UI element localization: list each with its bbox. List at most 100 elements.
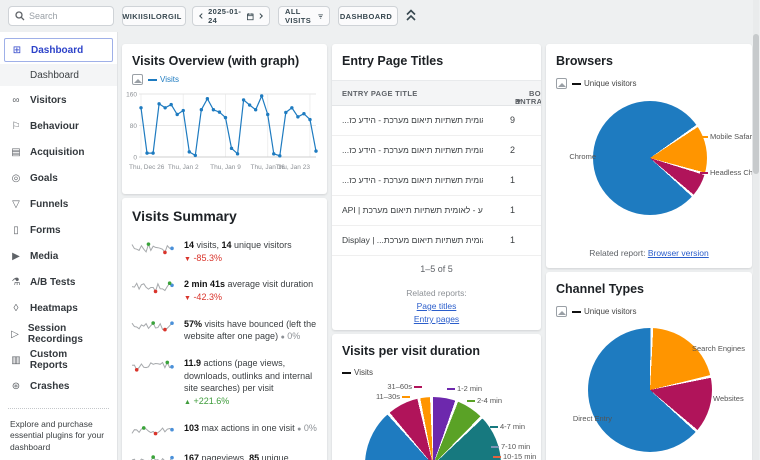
- svg-text:160: 160: [126, 92, 137, 99]
- related-reports-label: Related reports:: [332, 288, 541, 298]
- export-image-icon[interactable]: [556, 306, 567, 317]
- pie-slice-label-chrome: Chrome: [569, 152, 608, 161]
- pie-slice-label-websites: Websites: [701, 394, 744, 403]
- browsers-pie-chart[interactable]: [593, 101, 707, 215]
- column-header-entry-page-title[interactable]: ENTRY PAGE TITLE: [342, 89, 418, 98]
- svg-text:Thu, Jan 2: Thu, Jan 2: [168, 164, 199, 171]
- pie-slice-label-2-4-min: 2-4 min: [465, 396, 502, 405]
- table-row[interactable]: ...לאומית תשתיות תיאום מערכת - הידע כז 9: [332, 106, 541, 136]
- entry-pages-link[interactable]: Entry pages: [332, 314, 541, 324]
- sidebar-item-label: Behaviour: [30, 121, 79, 132]
- dashboard-selector-button[interactable]: DASHBOARD: [338, 6, 398, 26]
- visit-duration-title: Visits per visit duration: [332, 334, 541, 362]
- entrances-value-cell: 2: [510, 145, 515, 155]
- visit-duration-pie-chart[interactable]: [365, 397, 501, 460]
- sidebar-item-label: A/B Tests: [30, 277, 75, 288]
- pagination-label: 1–5 of 5: [332, 256, 541, 278]
- date-label: 2025-01-24: [208, 7, 242, 25]
- entry-page-title-cell[interactable]: ...לאומית תשתיות תיאום מערכת - הידע כז: [342, 145, 483, 155]
- sparkline: [130, 452, 176, 460]
- sidebar-item-acquisition[interactable]: ▤Acquisition: [0, 140, 117, 164]
- sidebar-item-dashboard[interactable]: Dashboard: [0, 64, 117, 86]
- sidebar-item-label: Media: [30, 251, 58, 262]
- segment-selector-button[interactable]: ALL VISITS: [278, 6, 330, 26]
- sidebar-item-goals[interactable]: ◎ Goals: [0, 166, 117, 190]
- sidebar-item-a-b-tests[interactable]: ⚗A/B Tests: [0, 270, 117, 294]
- trend-indicator: ● 0%: [297, 423, 317, 433]
- column-header-bounces-clipped[interactable]: BO: [529, 89, 541, 98]
- browsers-legend[interactable]: Unique visitors: [572, 79, 636, 88]
- pie-slice-label-headless-chrome: Headless Chrome: [698, 168, 752, 177]
- sidebar-item-session-recordings[interactable]: ▷Session Recordings: [0, 322, 117, 346]
- entry-page-titles-title: Entry Page Titles: [332, 44, 541, 72]
- svg-text:0: 0: [133, 155, 137, 162]
- summary-text: 14 visits, 14 unique visitors ▼ -85.3%: [184, 239, 317, 264]
- related-report-line: Related report: Browser version: [546, 248, 752, 258]
- collapse-topbar-icon[interactable]: [406, 9, 416, 22]
- visit-duration-card: Visits per visit duration Visits 1-2 min…: [332, 334, 541, 460]
- browser-version-link[interactable]: Browser version: [648, 248, 709, 258]
- duration-legend[interactable]: Visits: [342, 368, 373, 377]
- goals-icon: ◎: [10, 173, 22, 184]
- sidebar-nav: ⊞Dashboard Dashboard ∞Visitors ⚐ Behaviour ▤A…: [0, 32, 118, 460]
- chevron-right-icon[interactable]: [259, 12, 263, 20]
- sidebar-footer-text: Explore and purchase essential plugins f…: [0, 417, 117, 455]
- segment-funnel-icon: [318, 13, 323, 20]
- entrances-value-cell: 1: [510, 235, 515, 245]
- svg-text:Thu, Jan 9: Thu, Jan 9: [210, 164, 241, 171]
- summary-text: 2 min 41s average visit duration ▼ -42.3…: [184, 278, 317, 303]
- export-image-icon[interactable]: [132, 74, 143, 85]
- summary-row: 57% visits have bounced (left the websit…: [122, 311, 327, 350]
- page-titles-link[interactable]: Page titles: [332, 301, 541, 311]
- sidebar-item-custom-reports[interactable]: ▥Custom Reports: [0, 348, 117, 372]
- table-row[interactable]: ...לאומית תשתיות תיאום מערכת - הידע כז 2: [332, 136, 541, 166]
- sidebar-item-heatmaps[interactable]: ◊Heatmaps: [0, 296, 117, 320]
- chevron-left-icon[interactable]: [199, 12, 203, 20]
- sparkline: [130, 318, 176, 334]
- page-scrollbar-thumb[interactable]: [753, 34, 759, 174]
- sidebar-item-label: Goals: [30, 173, 58, 184]
- trend-indicator: ▼ -85.3%: [184, 253, 222, 263]
- export-image-icon[interactable]: [556, 78, 567, 89]
- entry-page-title-cell[interactable]: Display | ...לאומית תשתיות תיאום מערכת: [342, 235, 483, 245]
- summary-row: 14 visits, 14 unique visitors ▼ -85.3%: [122, 232, 327, 271]
- sidebar-item-visitors[interactable]: ∞Visitors: [0, 88, 117, 112]
- entry-page-title-cell[interactable]: API | ע - לאומית תשתיות תיאום מערכת...: [342, 205, 483, 215]
- search-icon: [15, 11, 25, 21]
- dashboard-selector-label: DASHBOARD: [340, 12, 392, 21]
- entry-page-titles-card: Entry Page Titles ENTRY PAGE TITLE ▼ ENT…: [332, 44, 541, 330]
- search-input[interactable]: [29, 11, 99, 21]
- channel-types-title: Channel Types: [546, 272, 752, 300]
- behaviour-icon: ⚐: [10, 121, 22, 132]
- pie-slice-label-31-60s: 31–60s: [387, 382, 424, 391]
- sidebar-item-funnels[interactable]: ▽Funnels: [0, 192, 117, 216]
- summary-row: 2 min 41s average visit duration ▼ -42.3…: [122, 271, 327, 310]
- table-row[interactable]: API | ע - לאומית תשתיות תיאום מערכת... 1: [332, 196, 541, 226]
- sidebar-item-forms[interactable]: ▯Forms: [0, 218, 117, 242]
- channels-legend[interactable]: Unique visitors: [572, 307, 636, 316]
- table-row[interactable]: Display | ...לאומית תשתיות תיאום מערכת 1: [332, 226, 541, 256]
- entry-page-title-cell[interactable]: ...לאומית תשתיות תיאום מערכת - הידע כז: [342, 175, 483, 185]
- sidebar-item-dashboard[interactable]: ⊞Dashboard: [4, 38, 113, 62]
- site-selector-button[interactable]: WIKIISILORGIL: [122, 6, 186, 26]
- matomo-dashboard: WIKIISILORGIL 2025-01-24 ALL VISITS DASH…: [0, 0, 760, 460]
- entrances-value-cell: 1: [510, 205, 515, 215]
- sidebar-item-media[interactable]: ▶ Media: [0, 244, 117, 268]
- sidebar-divider: [8, 408, 109, 409]
- visits-evolution-chart[interactable]: 080160Thu, Dec 26Thu, Jan 2Thu, Jan 9Thu…: [124, 87, 321, 179]
- search-input-wrap[interactable]: [8, 6, 114, 26]
- top-bar: WIKIISILORGIL 2025-01-24 ALL VISITS DASH…: [0, 0, 760, 32]
- browsers-title: Browsers: [546, 44, 752, 72]
- visits-legend[interactable]: Visits: [148, 75, 179, 84]
- sidebar-item-crashes[interactable]: ⊛Crashes: [0, 374, 117, 398]
- media-icon: ▶: [10, 251, 22, 262]
- sidebar-item-behaviour[interactable]: ⚐ Behaviour: [0, 114, 117, 138]
- svg-text:Thu, Dec 26: Thu, Dec 26: [129, 164, 165, 171]
- entry-page-title-cell[interactable]: ...לאומית תשתיות תיאום מערכת - הידע כז: [342, 115, 483, 125]
- svg-text:80: 80: [130, 123, 138, 130]
- pie-slice-label-1-2-min: 1-2 min: [445, 384, 482, 393]
- date-range-button[interactable]: 2025-01-24: [192, 6, 270, 26]
- table-row[interactable]: ...לאומית תשתיות תיאום מערכת - הידע כז 1: [332, 166, 541, 196]
- sidebar-item-label: Session Recordings: [28, 323, 107, 345]
- sidebar-item-label: Dashboard: [30, 70, 79, 81]
